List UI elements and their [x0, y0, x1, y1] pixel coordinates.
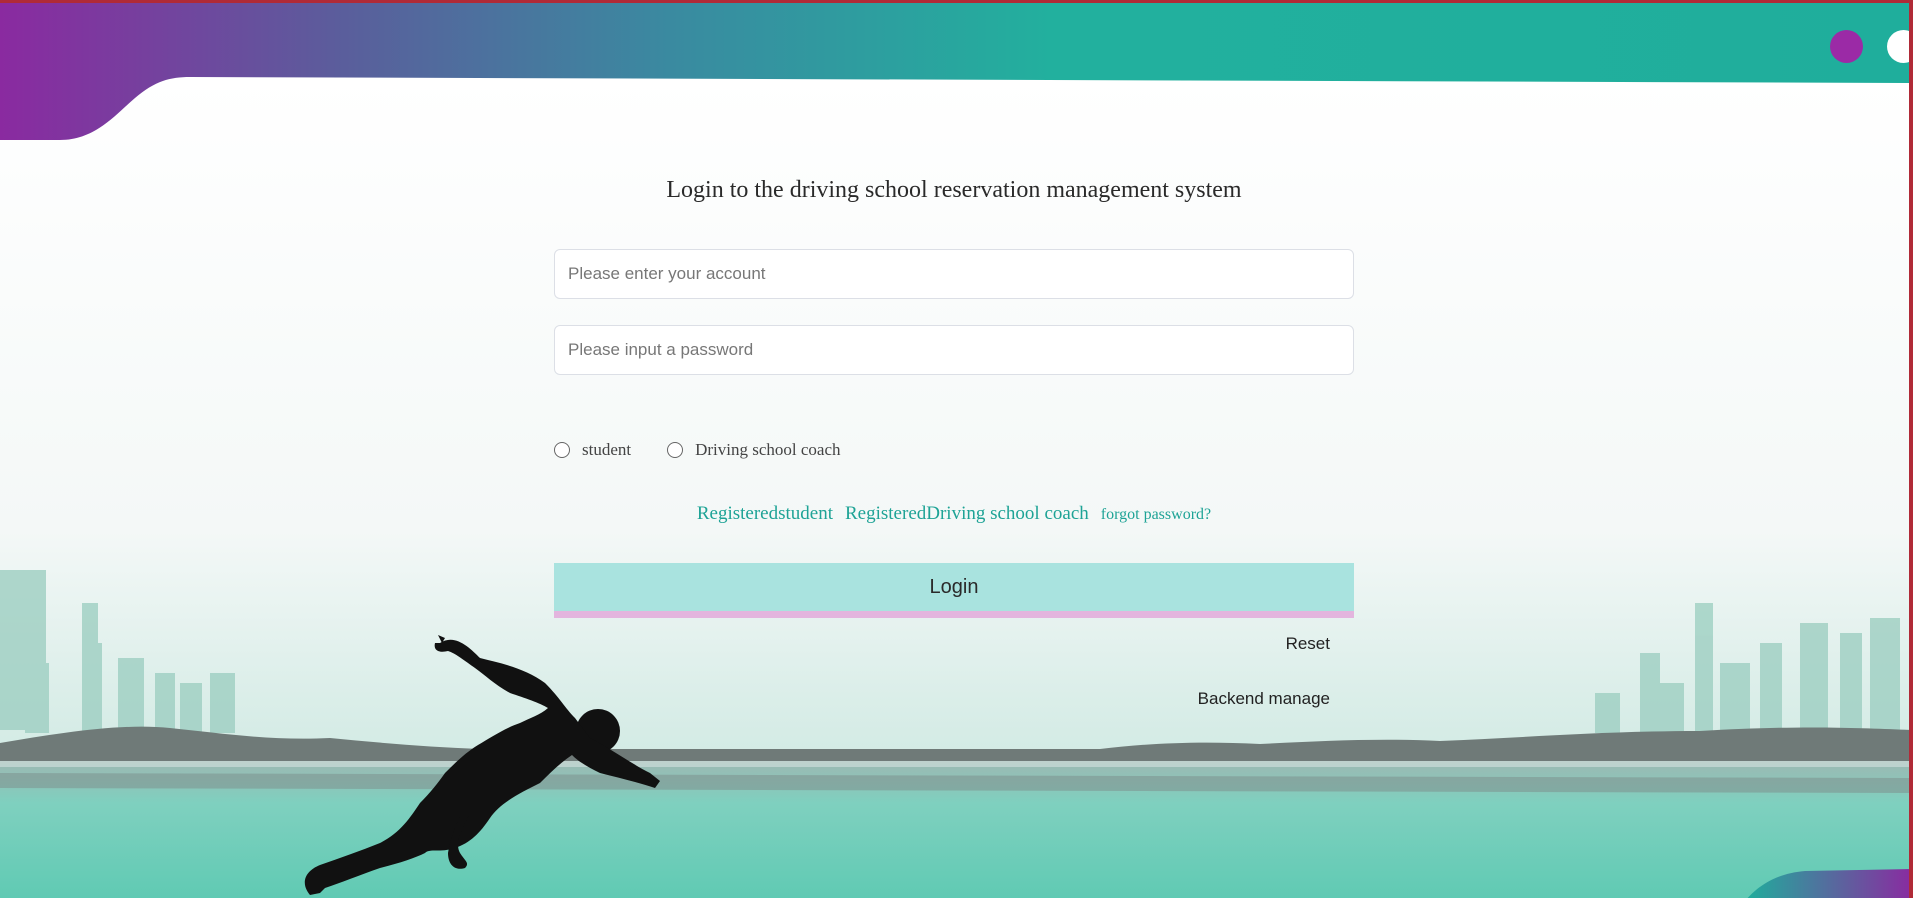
- reset-button[interactable]: Reset: [1286, 634, 1330, 654]
- auth-links: Registeredstudent RegisteredDriving scho…: [554, 503, 1354, 525]
- forgot-password-link[interactable]: forgot password?: [1101, 506, 1211, 524]
- window-dot-white[interactable]: [1887, 30, 1913, 63]
- register-coach-link[interactable]: RegisteredDriving school coach: [845, 503, 1089, 525]
- role-selector: student Driving school coach: [554, 439, 877, 461]
- window-dot-purple[interactable]: [1830, 30, 1863, 63]
- login-page: Login to the driving school reservation …: [0, 0, 1913, 898]
- radio-circle[interactable]: [554, 442, 570, 458]
- page-title: Login to the driving school reservation …: [666, 177, 1242, 203]
- password-input[interactable]: [554, 325, 1354, 375]
- register-student-link[interactable]: Registeredstudent: [697, 503, 833, 525]
- role-radio-coach[interactable]: Driving school coach: [667, 440, 841, 460]
- role-radio-student[interactable]: student: [554, 440, 631, 460]
- account-input[interactable]: [554, 249, 1354, 299]
- login-button[interactable]: Login: [554, 563, 1354, 618]
- radio-circle[interactable]: [667, 442, 684, 458]
- role-label-student: student: [582, 440, 632, 459]
- background-scene: [0, 77, 1913, 898]
- role-label-coach: Driving school coach: [695, 440, 841, 459]
- backend-manage-button[interactable]: Backend manage: [1198, 689, 1330, 709]
